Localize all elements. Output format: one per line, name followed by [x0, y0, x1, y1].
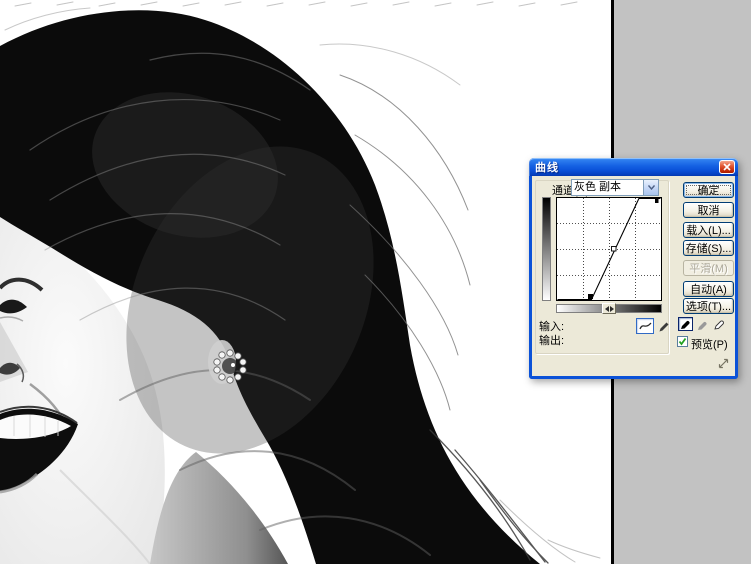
- curve-tool-button[interactable]: [636, 318, 654, 334]
- curves-dialog: 曲线 通道(C): 灰色 副本: [529, 158, 738, 379]
- chevron-down-icon: [648, 185, 655, 190]
- smooth-button: 平滑(M): [683, 260, 734, 276]
- options-button[interactable]: 选项(T)...: [683, 298, 734, 314]
- dialog-body: 通道(C): 灰色 副本: [529, 176, 738, 379]
- dialog-title: 曲线: [529, 159, 559, 175]
- channel-value: 灰色 副本: [572, 180, 643, 195]
- gradient-flip-widget[interactable]: [602, 303, 616, 314]
- curve-point-white[interactable]: [655, 198, 659, 203]
- gray-eyedropper-icon: [697, 319, 708, 331]
- curve-point-black[interactable]: [588, 294, 593, 299]
- gray-eyedropper-button[interactable]: [695, 318, 710, 332]
- portrait-canvas[interactable]: [0, 0, 612, 564]
- black-eyedropper-button[interactable]: [678, 317, 693, 331]
- ok-button[interactable]: 确定: [683, 182, 734, 198]
- close-icon: [723, 163, 731, 171]
- triangle-left-icon: [605, 306, 609, 312]
- pencil-icon: [658, 321, 670, 333]
- check-icon: [678, 337, 687, 346]
- white-eyedropper-icon: [714, 318, 725, 330]
- close-button[interactable]: [719, 160, 735, 174]
- triangle-right-icon: [610, 306, 614, 312]
- dropdown-arrow-button[interactable]: [643, 180, 658, 195]
- cancel-button[interactable]: 取消: [683, 202, 734, 218]
- resize-grip[interactable]: [717, 357, 730, 370]
- output-gradient-bar: [542, 197, 551, 301]
- black-eyedropper-icon: [680, 318, 691, 330]
- curve-point-mid[interactable]: [612, 247, 617, 252]
- white-eyedropper-button[interactable]: [712, 317, 727, 331]
- load-button[interactable]: 载入(L)...: [683, 222, 734, 238]
- curve-grid[interactable]: [556, 197, 662, 301]
- resize-arrows-icon: [717, 357, 730, 370]
- preview-label: 预览(P): [691, 336, 728, 352]
- channel-select[interactable]: 灰色 副本: [571, 179, 659, 196]
- output-label: 输出:: [539, 332, 564, 348]
- dialog-titlebar[interactable]: 曲线: [529, 158, 738, 176]
- auto-button[interactable]: 自动(A): [683, 281, 734, 297]
- preview-checkbox[interactable]: [677, 336, 688, 347]
- pencil-tool-button[interactable]: [656, 319, 672, 334]
- curve-tool-icon: [639, 321, 652, 331]
- save-button[interactable]: 存储(S)...: [683, 240, 734, 256]
